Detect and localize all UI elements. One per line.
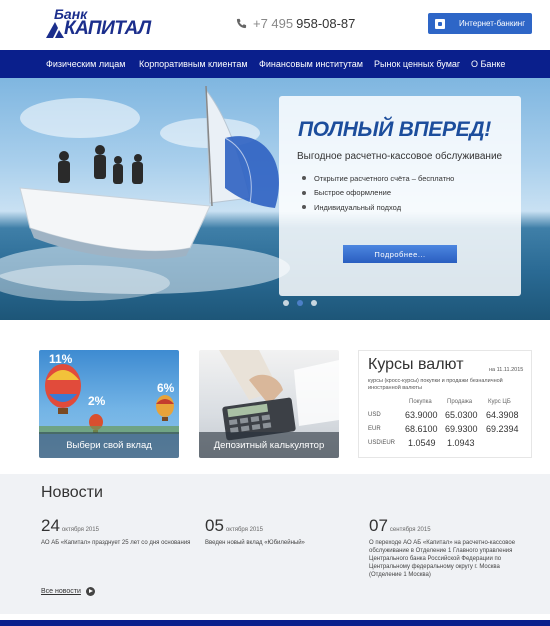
nav-item-about[interactable]: О Банке	[471, 59, 505, 69]
all-news-label: Все новости	[41, 588, 81, 595]
rates-cb-value: 69.2394	[486, 424, 519, 434]
page: Банк КАПИТАЛ +7 495 958-08-87 Интернет-б…	[0, 0, 550, 626]
arrow-right-icon	[85, 587, 95, 596]
news-item[interactable]: 05 октября 2015 Введен новый вклад «Юбиле…	[205, 516, 357, 547]
slider-dot[interactable]	[297, 300, 303, 306]
main-nav: Физическим лицам Корпоративным клиентам …	[0, 50, 550, 78]
rates-buy-value: 68.6100	[405, 424, 438, 434]
news-day: 24	[41, 516, 60, 535]
phone-number: 958-08-87	[296, 16, 356, 31]
rates-currency: USD\EUR	[368, 440, 396, 446]
rates-buy-value: 63.9000	[405, 410, 438, 420]
phone-icon	[236, 18, 247, 29]
promo-title: ПОЛНЫЙ ВПЕРЕД!	[298, 118, 491, 141]
rates-title: Курсы валют	[368, 356, 464, 373]
promo-subtitle: Выгодное расчетно-кассовое обслуживание	[297, 151, 503, 162]
header: Банк КАПИТАЛ +7 495 958-08-87 Интернет-б…	[0, 0, 550, 50]
all-news-link[interactable]: Все новости	[41, 587, 95, 596]
bullet-icon	[302, 205, 306, 210]
rates-cb-value: 64.3908	[486, 410, 519, 420]
rates-sell-value: 69.9300	[445, 424, 478, 434]
news-text: О переходе АО АБ «Капитал» на расчетно-к…	[369, 540, 516, 578]
rates-col-sell: Продажа	[447, 399, 473, 405]
news-title: Новости	[41, 484, 103, 501]
promo-bullet-text: Быстрое оформление	[314, 188, 391, 198]
promo-bullet: Открытие расчетного счёта – бесплатно	[302, 171, 454, 186]
promo-bullet: Индивидуальный подход	[302, 200, 454, 215]
deposit-card[interactable]: 11% 2% 6% Выбери свой вклад	[39, 350, 179, 458]
footer-bar	[0, 620, 550, 626]
internet-banking-button[interactable]: Интернет-банкинг	[428, 13, 532, 34]
promo-bullet: Быстрое оформление	[302, 186, 454, 201]
rate-badge: 2%	[88, 394, 106, 408]
news-day: 05	[205, 516, 224, 535]
more-button[interactable]: Подробнее...	[343, 245, 457, 263]
logo-mark-icon	[46, 22, 64, 38]
phone-code: +7 495	[253, 16, 294, 31]
rates-sell-value: 1.0943	[447, 438, 475, 448]
calculator-card[interactable]: Депозитный калькулятор	[199, 350, 339, 458]
phone-block[interactable]: +7 495 958-08-87	[236, 16, 355, 31]
news-item[interactable]: 24 октября 2015 АО АБ «Капитал» празднует…	[41, 516, 193, 547]
rates-currency: EUR	[368, 426, 381, 432]
internet-banking-label: Интернет-банкинг	[459, 19, 526, 28]
slider-dot[interactable]	[283, 300, 289, 306]
news-month: октября 2015	[225, 527, 263, 533]
news-month: октября 2015	[61, 527, 99, 533]
rates-col-cb: Курс ЦБ	[488, 399, 511, 405]
calculator-card-label: Депозитный калькулятор	[199, 432, 339, 458]
slider-dot[interactable]	[311, 300, 317, 306]
rates-buy-value: 1.0549	[408, 438, 436, 448]
nav-item-securities[interactable]: Рынок ценных бумаг	[374, 59, 460, 69]
rate-badge: 11%	[49, 352, 73, 366]
bullet-icon	[302, 190, 306, 195]
news-month: сентября 2015	[389, 527, 431, 533]
rates-description: курсы (кросс-курсы) покупки и продажи бе…	[368, 378, 503, 391]
deposit-card-label: Выбери свой вклад	[39, 432, 179, 458]
news-text: Введен новый вклад «Юбилейный»	[205, 540, 305, 546]
rates-date: на 11.11.2015	[489, 367, 524, 373]
bullet-icon	[302, 176, 306, 181]
promo-bullet-text: Индивидуальный подход	[314, 202, 402, 212]
nav-item-financial[interactable]: Финансовым институтам	[259, 59, 363, 69]
exchange-rates-panel: Курсы валют на 11.11.2015 курсы (кросс-к…	[358, 350, 532, 458]
bank-logo[interactable]: Банк КАПИТАЛ	[46, 6, 158, 42]
nav-item-individuals[interactable]: Физическим лицам	[46, 59, 126, 69]
news-item[interactable]: 07 сентября 2015 О переходе АО АБ «Капита…	[369, 516, 519, 579]
promo-bullets: Открытие расчетного счёта – бесплатно Бы…	[302, 171, 454, 215]
news-day: 07	[369, 516, 388, 535]
rates-sell-value: 65.0300	[445, 410, 478, 420]
lock-icon	[435, 18, 445, 29]
rate-badge: 6%	[157, 381, 175, 395]
news-text: АО АБ «Капитал» празднует 25 лет со дня …	[41, 540, 191, 546]
rates-col-buy: Покупка	[409, 399, 432, 405]
nav-item-corporate[interactable]: Корпоративным клиентам	[139, 59, 248, 69]
rates-currency: USD	[368, 412, 381, 418]
logo-text-main: КАПИТАЛ	[64, 18, 151, 39]
promo-bullet-text: Открытие расчетного счёта – бесплатно	[314, 173, 455, 183]
slider-pagination	[283, 300, 325, 306]
